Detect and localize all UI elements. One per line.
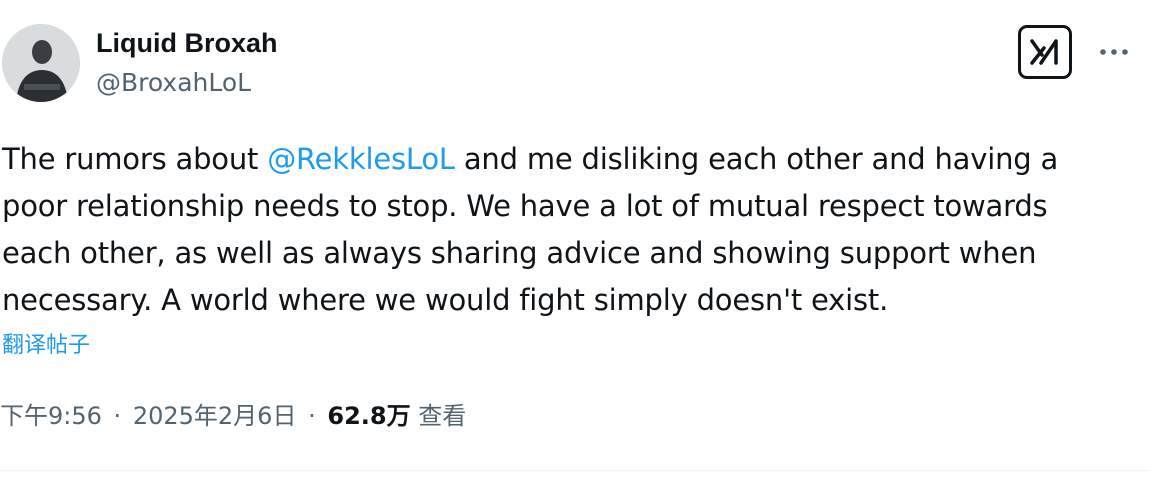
tweet-card: Liquid Broxah @BroxahLoL The rumors abou… [0,0,1168,480]
tweet-text-line: The rumors about @RekklesLoL and me disl… [2,136,1152,183]
tweet-text-segment: and me disliking each other and having a [454,142,1059,176]
author-display-name[interactable]: Liquid Broxah [96,26,278,60]
grok-icon [1030,39,1058,65]
tweet-text-line: poor relationship needs to stop. We have… [2,189,1048,223]
more-options-button[interactable] [1094,32,1134,72]
post-time[interactable]: 下午9:56 [0,402,102,430]
author-handle[interactable]: @BroxahLoL [96,66,251,100]
avatar-image [2,24,80,102]
views-count[interactable]: 62.8万 [327,402,410,430]
tweet-text-segment: The rumors about [2,142,268,176]
tweet-metadata: 下午9:56 · 2025年2月6日 · 62.8万 查看 [0,398,466,434]
divider [0,470,1150,471]
mention-link[interactable]: @RekklesLoL [267,142,455,176]
meta-separator: · [113,402,122,430]
tweet-text-line: each other, as well as always sharing ad… [2,236,1037,270]
post-date[interactable]: 2025年2月6日 [133,402,297,430]
views-label: 查看 [418,402,467,430]
grok-button[interactable] [1018,25,1072,79]
more-icon [1100,49,1128,55]
tweet-text-line: necessary. A world where we would fight … [2,283,889,317]
tweet-text: The rumors about @RekklesLoL and me disl… [2,136,1152,324]
translate-post-link[interactable]: 翻译帖子 [2,330,90,362]
meta-separator: · [308,402,316,430]
avatar[interactable] [2,24,80,102]
